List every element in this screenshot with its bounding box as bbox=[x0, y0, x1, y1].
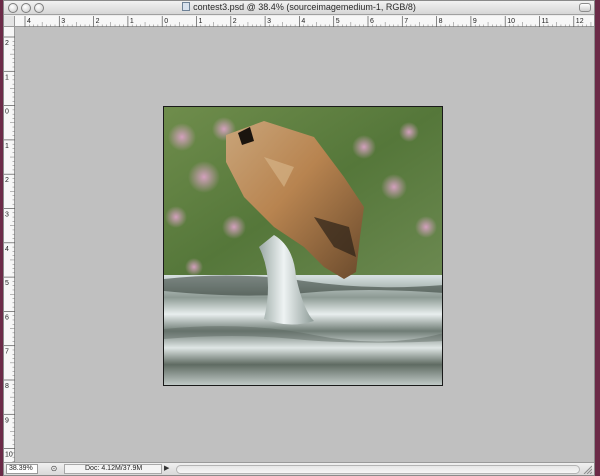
ruler-h-label: 1 bbox=[199, 18, 203, 25]
resize-grip-icon[interactable] bbox=[582, 464, 592, 474]
ruler-v-label: 6 bbox=[5, 314, 9, 321]
document-window: contest3.psd @ 38.4% (sourceimagemedium-… bbox=[3, 0, 595, 476]
ruler-origin-corner[interactable] bbox=[4, 16, 15, 27]
vertical-ruler-ticks: 21012345678910 bbox=[4, 36, 15, 462]
ruler-h-label: 8 bbox=[439, 18, 443, 25]
ruler-h-label: 2 bbox=[96, 18, 100, 25]
ruler-h-label: 3 bbox=[61, 18, 65, 25]
horizontal-ruler[interactable]: 4 3 2 1 0 1 2 3 4 5 6 7 8 9 10 11 12 bbox=[15, 16, 594, 27]
ruler-h-label: 3 bbox=[267, 18, 271, 25]
status-bar: 38.39% ⊙ Doc: 4.12M/37.9M ▶ bbox=[4, 462, 594, 475]
status-menu-arrow-icon[interactable]: ▶ bbox=[164, 464, 174, 474]
ruler-v-label: 4 bbox=[5, 246, 9, 253]
ruler-v-label: 2 bbox=[5, 177, 9, 184]
ruler-h-label: 11 bbox=[542, 18, 549, 25]
toolbar-toggle-button[interactable] bbox=[579, 3, 591, 12]
document-icon bbox=[182, 2, 191, 11]
document-image[interactable] bbox=[163, 106, 443, 386]
ruler-h-label: 1 bbox=[130, 18, 134, 25]
ruler-v-label: 2 bbox=[5, 40, 9, 47]
horizontal-scrollbar[interactable] bbox=[176, 465, 580, 474]
navigator-icon[interactable]: ⊙ bbox=[48, 464, 60, 474]
vertical-ruler[interactable]: 2 1 0 1 2 3 4 5 6 7 8 9 10 bbox=[4, 27, 15, 462]
ruler-h-label: 12 bbox=[576, 18, 584, 25]
ruler-v-label: 9 bbox=[5, 417, 9, 424]
ruler-h-label: 5 bbox=[336, 18, 340, 25]
ruler-v-label: 3 bbox=[5, 212, 9, 219]
ruler-v-label: 8 bbox=[5, 383, 9, 390]
horizontal-ruler-ticks: 4 3 2 1 0 1 2 3 4 5 6 7 8 9 10 11 12 bbox=[24, 16, 592, 27]
window-title: contest3.psd @ 38.4% (sourceimagemedium-… bbox=[193, 2, 416, 12]
ruler-v-label: 0 bbox=[5, 109, 9, 116]
ruler-h-label: 4 bbox=[301, 18, 305, 25]
ruler-h-label: 2 bbox=[233, 18, 237, 25]
ruler-h-label: 6 bbox=[370, 18, 374, 25]
ruler-h-label: 9 bbox=[473, 18, 477, 25]
ruler-h-label: 7 bbox=[404, 18, 408, 25]
canvas-area[interactable] bbox=[15, 27, 594, 462]
ruler-v-label: 1 bbox=[5, 143, 9, 150]
ruler-h-label: 0 bbox=[164, 18, 168, 25]
ruler-h-label: 10 bbox=[507, 18, 515, 25]
window-title-row: contest3.psd @ 38.4% (sourceimagemedium-… bbox=[4, 2, 594, 12]
ruler-v-label: 10 bbox=[5, 452, 13, 459]
title-bar[interactable]: contest3.psd @ 38.4% (sourceimagemedium-… bbox=[4, 1, 594, 15]
ruler-v-label: 5 bbox=[5, 280, 9, 287]
ruler-v-label: 7 bbox=[5, 349, 9, 356]
document-size-info[interactable]: Doc: 4.12M/37.9M bbox=[64, 464, 162, 474]
zoom-level-field[interactable]: 38.39% bbox=[6, 464, 38, 474]
ruler-h-label: 4 bbox=[27, 18, 31, 25]
ruler-v-label: 1 bbox=[5, 74, 9, 81]
photo-composite bbox=[164, 107, 442, 385]
